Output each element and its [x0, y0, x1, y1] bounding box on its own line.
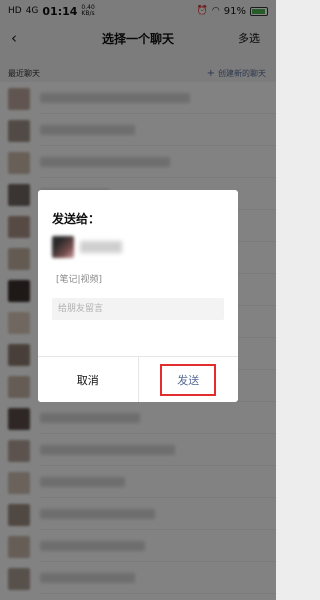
recipient-name-redacted	[80, 241, 122, 253]
cancel-button[interactable]: 取消	[38, 357, 139, 402]
send-button[interactable]: 发送	[160, 363, 217, 396]
dialog-footer: 取消 发送	[38, 356, 238, 402]
shared-content-label: [笔记|视频]	[56, 275, 103, 285]
recipient-row	[52, 236, 224, 258]
send-to-dialog: 发送给： [笔记|视频] 取消 发送	[38, 190, 238, 402]
send-button-area: 发送	[139, 357, 239, 402]
message-input[interactable]	[52, 298, 224, 320]
dialog-title: 发送给：	[52, 212, 101, 226]
recipient-avatar	[52, 236, 74, 258]
